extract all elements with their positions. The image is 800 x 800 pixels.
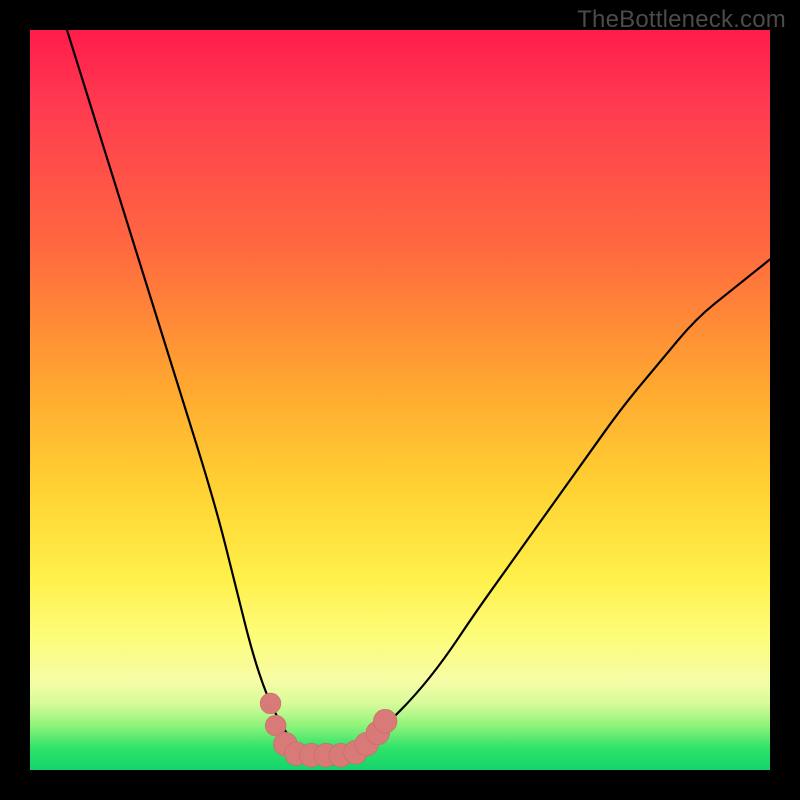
plot-area [30,30,770,770]
curve-minimum-markers [260,693,397,767]
curve-marker [260,693,281,714]
bottleneck-curve-path [67,30,770,755]
bottleneck-curve-svg [30,30,770,770]
curve-marker [373,709,397,733]
chart-frame: TheBottleneck.com [0,0,800,800]
